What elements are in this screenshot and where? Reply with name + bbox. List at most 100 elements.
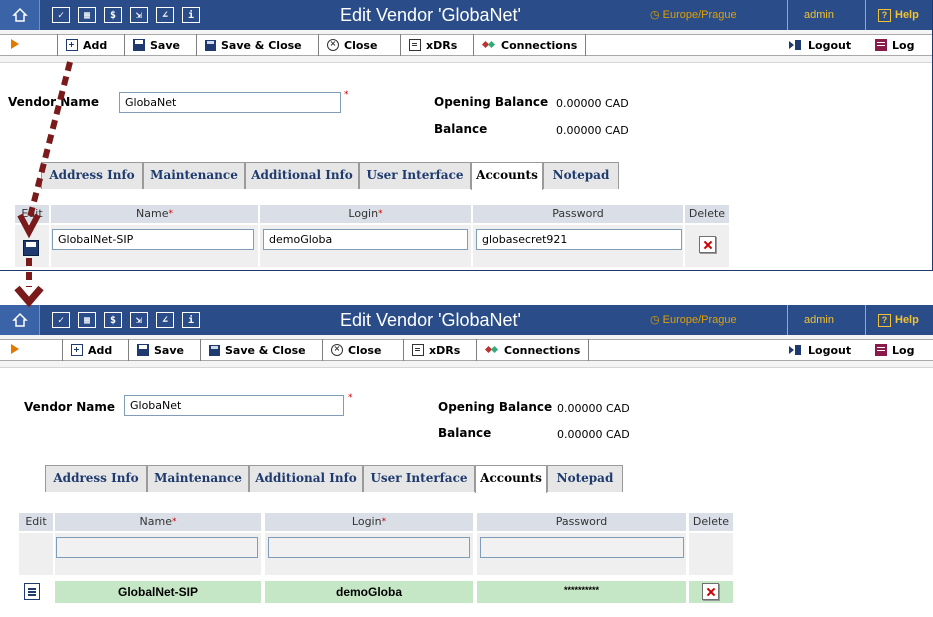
new-login-input[interactable] <box>268 537 470 558</box>
timezone-label: Europe/Prague <box>662 314 737 326</box>
help-link[interactable]: ? Help <box>878 0 919 30</box>
log-button[interactable]: Log <box>867 339 922 361</box>
delete-cell <box>689 533 733 575</box>
vendor-name-label: Vendor Name <box>8 95 100 109</box>
vendor-name-input[interactable]: GlobaNet <box>124 395 344 416</box>
header-bar: ✓ ▦ $ ⇲ ∠ i Edit Vendor 'GlobaNet' ◷ Eur… <box>0 305 933 335</box>
help-link[interactable]: ? Help <box>878 305 919 335</box>
save-close-icon <box>205 39 216 51</box>
edit-column-label: Edit <box>21 207 43 220</box>
info-nav-icon[interactable]: i <box>182 312 200 328</box>
logout-label: Logout <box>808 38 852 52</box>
help-label: Help <box>895 314 919 326</box>
delete-icon[interactable] <box>699 236 716 253</box>
column-header-password: Password <box>477 513 686 531</box>
close-button[interactable]: × Close <box>322 339 389 361</box>
dollar-nav-icon[interactable]: $ <box>104 312 122 328</box>
tab-user-interface[interactable]: User Interface <box>359 162 471 189</box>
tab-notepad[interactable]: Notepad <box>543 162 619 189</box>
close-button[interactable]: × Close <box>318 34 385 56</box>
save-close-button[interactable]: Save & Close <box>196 34 310 56</box>
column-header-login: Login* <box>265 513 473 531</box>
close-icon: × <box>327 39 339 51</box>
connections-label: Connections <box>504 343 581 357</box>
required-marker: * <box>344 90 349 100</box>
xdrs-button[interactable]: xDRs <box>400 34 465 56</box>
checkbox-nav-icon[interactable]: ✓ <box>52 7 70 23</box>
row-save-button[interactable] <box>23 240 39 256</box>
tab-additional-info[interactable]: Additional Info <box>245 162 359 189</box>
info-nav-icon[interactable]: i <box>182 7 200 23</box>
close-icon: × <box>331 344 343 356</box>
tab-user-interface[interactable]: User Interface <box>363 465 475 492</box>
add-button[interactable]: Add <box>57 34 115 56</box>
tab-address-info[interactable]: Address Info <box>45 465 147 492</box>
save-button[interactable]: Save <box>128 339 192 361</box>
grid-nav-icon[interactable]: ▦ <box>78 7 96 23</box>
tab-maintenance[interactable]: Maintenance <box>147 465 249 492</box>
account-password-cell: ********** <box>477 581 686 603</box>
save-label: Save <box>150 38 180 52</box>
chart-nav-icon[interactable]: ∠ <box>156 7 174 23</box>
connections-button[interactable]: Connections <box>476 339 590 361</box>
save-button[interactable]: Save <box>124 34 188 56</box>
password-column-label: Password <box>555 515 608 528</box>
home-button[interactable] <box>0 0 40 30</box>
toolbar: Add Save Save & Close × Close xDRs Connec… <box>0 335 933 368</box>
tariff-nav-icon[interactable]: ⇲ <box>130 7 148 23</box>
xdrs-icon <box>412 344 424 356</box>
edit-column-label: Edit <box>25 515 47 528</box>
logout-button[interactable]: Logout <box>781 339 859 361</box>
required-marker: * <box>168 209 173 219</box>
account-login-input[interactable]: demoGloba <box>263 229 468 250</box>
required-marker: * <box>378 209 383 219</box>
connections-label: Connections <box>501 38 578 52</box>
log-button[interactable]: Log <box>867 34 922 56</box>
password-column-label: Password <box>552 207 604 220</box>
delete-icon[interactable] <box>702 583 719 600</box>
tab-accounts[interactable]: Accounts <box>475 465 547 493</box>
user-link[interactable]: admin <box>804 305 834 335</box>
chart-nav-icon[interactable]: ∠ <box>156 312 174 328</box>
timezone-link[interactable]: ◷ Europe/Prague <box>650 305 737 335</box>
connections-button[interactable]: Connections <box>473 34 587 56</box>
home-button[interactable] <box>0 305 40 335</box>
checkbox-nav-icon[interactable]: ✓ <box>52 312 70 328</box>
new-name-input[interactable] <box>56 537 258 558</box>
save-close-button[interactable]: Save & Close <box>200 339 314 361</box>
log-icon <box>875 344 887 356</box>
save-label: Save <box>154 343 184 357</box>
account-password-input[interactable]: globasecret921 <box>476 229 682 250</box>
xdrs-icon <box>409 39 421 51</box>
tab-accounts[interactable]: Accounts <box>471 162 543 190</box>
row-edit-icon[interactable] <box>24 583 40 600</box>
account-name-cell: GlobalNet-SIP <box>55 581 261 603</box>
add-button[interactable]: Add <box>62 339 120 361</box>
timezone-link[interactable]: ◷ Europe/Prague <box>650 0 737 30</box>
balance-label: Balance <box>434 122 488 136</box>
grid-nav-icon[interactable]: ▦ <box>78 312 96 328</box>
save-icon <box>133 39 145 51</box>
tab-maintenance[interactable]: Maintenance <box>143 162 245 189</box>
logout-button[interactable]: Logout <box>781 34 859 56</box>
delete-column-label: Delete <box>688 207 726 220</box>
logout-icon <box>789 39 803 51</box>
log-label: Log <box>892 343 915 357</box>
account-name-input[interactable]: GlobalNet-SIP <box>52 229 254 250</box>
log-label: Log <box>892 38 915 52</box>
new-password-input[interactable] <box>480 537 684 558</box>
required-marker: * <box>171 517 177 527</box>
login-column-label: Login <box>351 515 382 528</box>
xdrs-button[interactable]: xDRs <box>403 339 468 361</box>
user-link[interactable]: admin <box>804 0 834 30</box>
dollar-nav-icon[interactable]: $ <box>104 7 122 23</box>
add-icon <box>66 39 78 51</box>
tariff-nav-icon[interactable]: ⇲ <box>130 312 148 328</box>
divider <box>787 0 788 30</box>
saved-state-panel: ✓ ▦ $ ⇲ ∠ i Edit Vendor 'GlobaNet' ◷ Eur… <box>0 305 933 617</box>
tab-notepad[interactable]: Notepad <box>547 465 623 492</box>
tab-address-info[interactable]: Address Info <box>41 162 143 189</box>
tab-additional-info[interactable]: Additional Info <box>249 465 363 492</box>
required-marker: * <box>381 517 387 527</box>
vendor-name-input[interactable]: GlobaNet <box>119 92 341 113</box>
